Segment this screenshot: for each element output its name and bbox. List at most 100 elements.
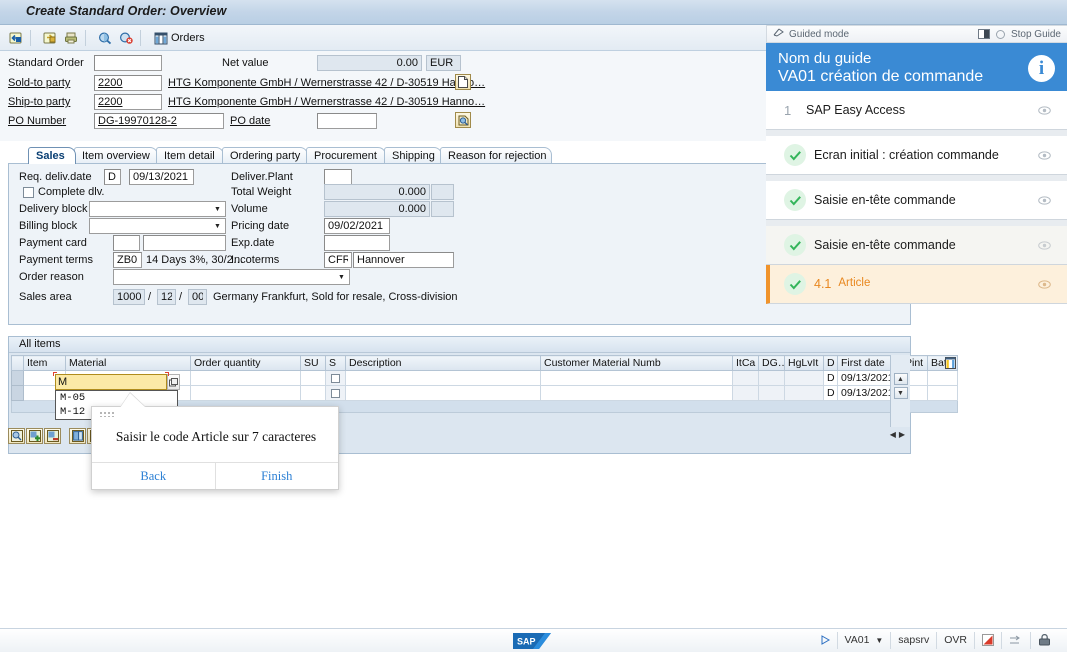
cell-order-quantity[interactable] [190,370,301,386]
save-icon[interactable] [40,28,61,48]
material-value-help-icon[interactable] [167,374,180,390]
tab-procurement[interactable]: Procurement [306,147,386,164]
material-cell-editor[interactable] [53,372,180,390]
po-search-icon[interactable] [455,112,471,128]
cell-su[interactable] [300,385,326,401]
tab-sales[interactable]: Sales [28,147,76,164]
tab-item-overview[interactable]: Item overview [74,147,158,164]
guide-step-2[interactable]: Ecran initial : création commande [766,136,1067,175]
col-d[interactable]: D [823,355,838,371]
cell-description[interactable] [345,385,541,401]
scroll-left-button[interactable]: ◀ [890,430,896,439]
eye-icon[interactable] [1038,278,1051,291]
po-date-input[interactable] [317,113,377,129]
tab-reason-for-rejection[interactable]: Reason for rejection [440,147,552,164]
row-status-checkbox[interactable] [331,373,340,383]
find-icon[interactable] [95,28,116,48]
col-order-quantity[interactable]: Order quantity [190,355,301,371]
eye-icon[interactable] [1038,194,1051,207]
delivery-block-select[interactable]: ▼ [89,201,226,217]
cell-s[interactable] [325,385,346,401]
col-itca[interactable]: ItCa [732,355,759,371]
exp-date-input[interactable] [324,235,390,251]
tab-ordering-party[interactable]: Ordering party [222,147,308,164]
tab-shipping[interactable]: Shipping [384,147,442,164]
eye-icon[interactable] [1038,149,1051,162]
complete-dlv-checkbox[interactable] [23,187,34,198]
guide-step-3[interactable]: Saisie en-tête commande [766,181,1067,220]
po-number-input[interactable] [94,113,224,129]
pricing-date-input[interactable] [324,218,390,234]
sold-to-detail-icon[interactable] [455,74,471,90]
table-settings-icon[interactable] [945,357,956,370]
col-hglvit[interactable]: HgLvIt [784,355,824,371]
items-horizontal-scrollbar[interactable]: ◀ ▶ [849,427,911,441]
col-material[interactable]: Material [65,355,191,371]
delete-item-icon[interactable] [44,428,61,444]
col-customer-material-numb[interactable]: Customer Material Numb [540,355,733,371]
incoterms-city-input[interactable] [353,252,454,268]
cell-itca[interactable] [732,385,759,401]
col-item[interactable]: Item [23,355,66,371]
status-transaction[interactable]: VA01 ▼ [836,632,891,649]
back-icon[interactable] [6,28,27,48]
copy-item-icon[interactable] [69,428,86,444]
cell-s[interactable] [325,370,346,386]
status-signal-icon[interactable] [974,632,1001,649]
scroll-up-button[interactable]: ▲ [893,373,908,385]
payment-card-number-input[interactable] [143,235,226,251]
status-lock-icon[interactable] [1030,632,1059,649]
cell-hglvit[interactable] [784,385,824,401]
material-input[interactable] [55,374,167,390]
cell-batch[interactable] [927,385,958,401]
payment-terms-input[interactable] [113,252,142,268]
cancel-icon[interactable] [116,28,137,48]
insert-item-icon[interactable] [26,428,43,444]
stop-guide-label[interactable]: Stop Guide [1011,29,1061,40]
cell-itca[interactable] [732,370,759,386]
cell-dg[interactable] [758,370,785,386]
cell-customer-material[interactable] [540,385,733,401]
cell-hglvit[interactable] [784,370,824,386]
orders-button[interactable]: Orders [154,28,205,48]
items-vertical-scrollbar[interactable]: ▲ ▼ [890,355,910,427]
col-s[interactable]: S [325,355,346,371]
suggestion-item[interactable]: M-05 [56,391,177,405]
row-selector-cell[interactable] [11,385,24,401]
guide-step-4[interactable]: Saisie en-tête commande [766,226,1067,265]
callout-back-button[interactable]: Back [92,463,216,489]
billing-block-select[interactable]: ▼ [89,218,226,234]
row-selector-cell[interactable] [11,370,24,386]
cell-order-quantity[interactable] [190,385,301,401]
panel-dock-icon[interactable] [977,29,990,39]
scroll-down-button[interactable]: ▼ [893,387,908,399]
cell-d[interactable]: D [823,385,838,401]
guide-step-4-1[interactable]: 4.1 Article [766,265,1067,304]
print-icon[interactable] [61,28,82,48]
ship-to-party-input[interactable] [94,94,162,110]
cell-dg[interactable] [758,385,785,401]
chevron-down-icon[interactable]: ▼ [875,636,883,645]
scroll-right-button[interactable]: ▶ [899,430,905,439]
col-su[interactable]: SU [300,355,326,371]
eye-icon[interactable] [1038,104,1051,117]
status-play-icon[interactable] [814,632,837,649]
row-status-checkbox[interactable] [331,388,340,398]
status-insert-icon[interactable] [1001,632,1030,649]
cell-su[interactable] [300,370,326,386]
guide-info-icon[interactable]: i [1028,55,1055,82]
standard-order-input[interactable] [94,55,162,71]
cell-customer-material[interactable] [540,370,733,386]
sold-to-party-input[interactable] [94,75,162,91]
row-selector-header[interactable] [11,355,24,371]
col-batch[interactable]: Batcl [927,355,958,371]
tab-item-detail[interactable]: Item detail [156,147,224,164]
cell-description[interactable] [345,370,541,386]
display-item-details-icon[interactable] [8,428,25,444]
cell-batch[interactable] [927,370,958,386]
order-reason-select[interactable]: ▼ [113,269,350,285]
incoterms-code-input[interactable] [324,252,352,268]
req-deliv-date-input[interactable] [129,169,194,185]
col-description[interactable]: Description [345,355,541,371]
callout-drag-handle[interactable] [99,411,115,417]
